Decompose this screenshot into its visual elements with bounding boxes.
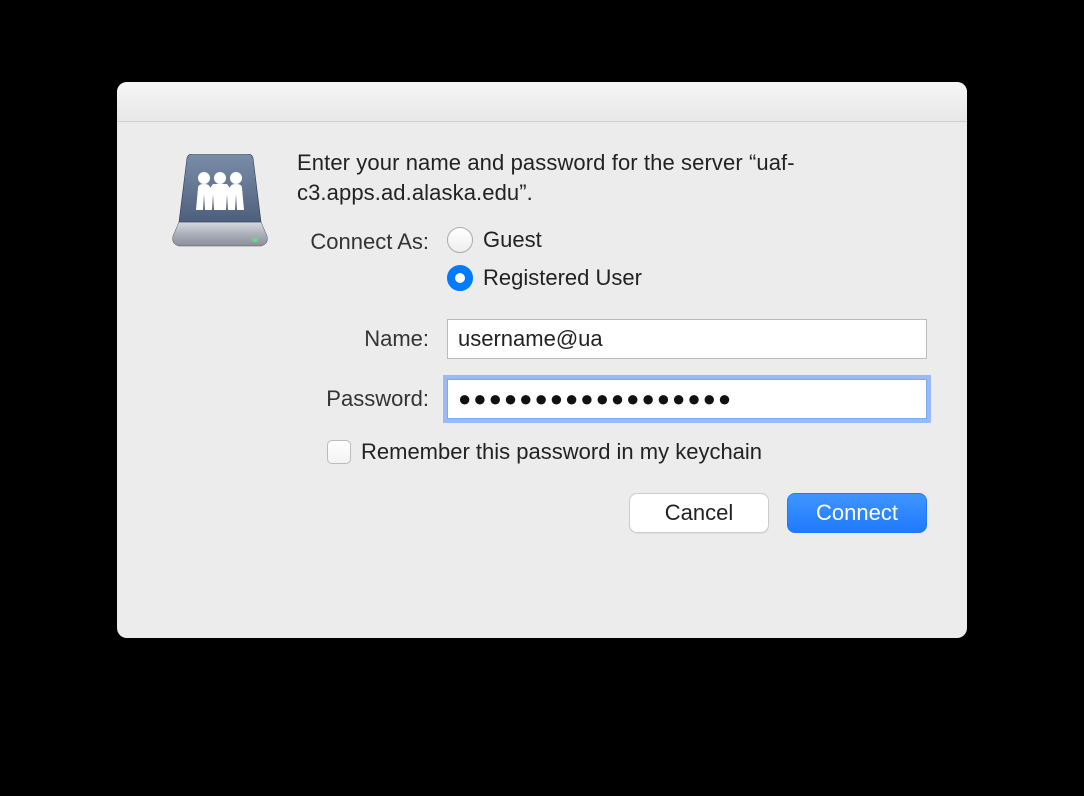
- dialog-content: Enter your name and password for the ser…: [117, 122, 967, 563]
- radio-registered-user[interactable]: Registered User: [447, 265, 642, 291]
- prompt-message: Enter your name and password for the ser…: [297, 148, 927, 207]
- connect-button[interactable]: Connect: [787, 493, 927, 533]
- form-column: Enter your name and password for the ser…: [297, 148, 927, 533]
- password-row: Password: ●●●●●●●●●●●●●●●●●●: [297, 379, 927, 419]
- icon-column: [165, 148, 275, 533]
- radio-guest-label: Guest: [483, 227, 542, 253]
- password-label: Password:: [297, 386, 447, 412]
- password-input[interactable]: ●●●●●●●●●●●●●●●●●●: [447, 379, 927, 419]
- radio-guest[interactable]: Guest: [447, 227, 642, 253]
- connect-as-radio-group: Guest Registered User: [447, 227, 642, 291]
- remember-checkbox[interactable]: [327, 440, 351, 464]
- radio-registered-label: Registered User: [483, 265, 642, 291]
- connect-as-row: Connect As: Guest Registered User: [297, 227, 927, 291]
- connect-to-server-dialog: Enter your name and password for the ser…: [117, 82, 967, 638]
- name-label: Name:: [297, 326, 447, 352]
- connect-as-label: Connect As:: [297, 227, 447, 255]
- button-row: Cancel Connect: [297, 493, 927, 533]
- name-input[interactable]: [447, 319, 927, 359]
- radio-registered-indicator: [447, 265, 473, 291]
- dialog-titlebar: [117, 82, 967, 122]
- remember-label: Remember this password in my keychain: [361, 439, 762, 465]
- radio-guest-indicator: [447, 227, 473, 253]
- cancel-button[interactable]: Cancel: [629, 493, 769, 533]
- remember-row[interactable]: Remember this password in my keychain: [327, 439, 927, 465]
- name-row: Name:: [297, 319, 927, 359]
- network-drive-icon: [165, 154, 275, 264]
